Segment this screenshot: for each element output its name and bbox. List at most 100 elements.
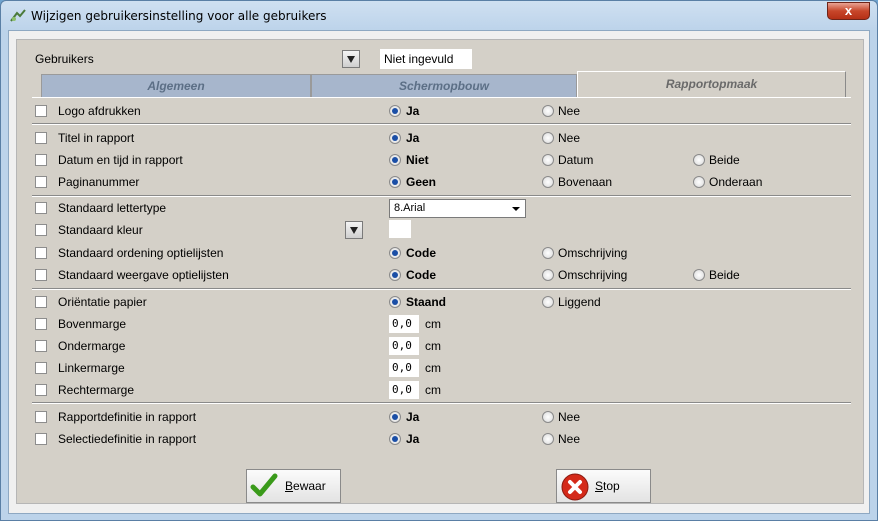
weergave-beide-label: Beide xyxy=(709,268,740,282)
divider xyxy=(32,123,851,125)
weergave-label: Standaard weergave optielijsten xyxy=(58,268,229,282)
datum-niet-label: Niet xyxy=(406,153,429,167)
stop-label: Stop xyxy=(595,479,620,493)
logo-checkbox[interactable] xyxy=(35,105,47,117)
selectiedef-nee-radio[interactable] xyxy=(542,433,554,445)
logo-ja-label: Ja xyxy=(406,104,420,118)
ordening-label: Standaard ordening optielijsten xyxy=(58,246,224,260)
ordening-code-label: Code xyxy=(406,246,436,260)
ordening-checkbox[interactable] xyxy=(35,247,47,259)
rechtermarge-input[interactable]: 0,0 xyxy=(389,381,419,399)
weergave-omschrijving-radio[interactable] xyxy=(542,269,554,281)
linkermarge-input[interactable]: 0,0 xyxy=(389,359,419,377)
bovenmarge-row: Bovenmarge 0,0 cm xyxy=(32,314,851,334)
divider xyxy=(32,195,851,197)
pagina-bovenaan-label: Bovenaan xyxy=(558,175,613,189)
logo-ja-radio[interactable] xyxy=(389,105,401,117)
selectiedef-row: Selectiedefinitie in rapport Ja Nee xyxy=(32,429,851,449)
weergave-checkbox[interactable] xyxy=(35,269,47,281)
pagina-onderaan-radio[interactable] xyxy=(693,176,705,188)
datum-niet-radio[interactable] xyxy=(389,154,401,166)
title-bar[interactable]: Wijzigen gebruikersinstelling voor alle … xyxy=(1,1,877,31)
divider xyxy=(32,402,851,404)
titel-nee-label: Nee xyxy=(558,131,581,145)
settings-frame: Gebruikers Niet ingevuld Algemeen Scherm… xyxy=(16,39,864,504)
pagina-geen-label: Geen xyxy=(406,175,437,189)
titel-nee-radio[interactable] xyxy=(542,132,554,144)
datum-datum-label: Datum xyxy=(558,153,594,167)
stop-icon xyxy=(561,473,589,504)
kleur-label: Standaard kleur xyxy=(58,223,143,237)
rapportdef-ja-radio[interactable] xyxy=(389,411,401,423)
rechtermarge-checkbox[interactable] xyxy=(35,384,47,396)
ondermarge-row: Ondermarge 0,0 cm xyxy=(32,336,851,356)
rapportdef-nee-radio[interactable] xyxy=(542,411,554,423)
kleur-checkbox[interactable] xyxy=(35,224,47,236)
users-dropdown-button[interactable] xyxy=(342,50,360,68)
rapportdef-label: Rapportdefinitie in rapport xyxy=(58,410,197,424)
weergave-omschrijving-label: Omschrijving xyxy=(558,268,628,282)
weergave-code-radio[interactable] xyxy=(389,269,401,281)
rapportdef-row: Rapportdefinitie in rapport Ja Nee xyxy=(32,407,851,427)
close-button[interactable]: x xyxy=(827,2,870,20)
bovenmarge-checkbox[interactable] xyxy=(35,318,47,330)
pagina-row: Paginanummer Geen Bovenaan Onderaan xyxy=(32,172,851,192)
kleur-row: Standaard kleur xyxy=(32,220,851,240)
font-select[interactable]: 8.Arial xyxy=(389,199,526,218)
datum-row: Datum en tijd in rapport Niet Datum Beid… xyxy=(32,150,851,170)
ondermarge-input[interactable]: 0,0 xyxy=(389,337,419,355)
lettertype-checkbox[interactable] xyxy=(35,202,47,214)
selectiedef-ja-label: Ja xyxy=(406,432,420,446)
orientatie-row: Oriëntatie papier Staand Liggend xyxy=(32,292,851,312)
ondermarge-label: Ondermarge xyxy=(58,339,126,353)
bovenmarge-input[interactable]: 0,0 xyxy=(389,315,419,333)
weergave-row: Standaard weergave optielijsten Code Oms… xyxy=(32,265,851,285)
logo-label: Logo afdrukken xyxy=(58,104,141,118)
datum-checkbox[interactable] xyxy=(35,154,47,166)
divider xyxy=(32,288,851,290)
weergave-code-label: Code xyxy=(406,268,436,282)
selectiedef-ja-radio[interactable] xyxy=(389,433,401,445)
orientatie-staand-radio[interactable] xyxy=(389,296,401,308)
orientatie-checkbox[interactable] xyxy=(35,296,47,308)
datum-datum-radio[interactable] xyxy=(542,154,554,166)
window-title: Wijzigen gebruikersinstelling voor alle … xyxy=(31,9,327,23)
color-dropdown-button[interactable] xyxy=(345,221,363,239)
logo-nee-radio[interactable] xyxy=(542,105,554,117)
selectiedef-label: Selectiedefinitie in rapport xyxy=(58,432,197,446)
tab-algemeen[interactable]: Algemeen xyxy=(41,74,311,97)
titel-ja-label: Ja xyxy=(406,131,420,145)
datum-beide-radio[interactable] xyxy=(693,154,705,166)
orientatie-staand-label: Staand xyxy=(406,295,447,309)
weergave-beide-radio[interactable] xyxy=(693,269,705,281)
datum-beide-label: Beide xyxy=(709,153,740,167)
selectiedef-checkbox[interactable] xyxy=(35,433,47,445)
stop-button[interactable]: Stop xyxy=(556,469,651,503)
linkermarge-row: Linkermarge 0,0 cm xyxy=(32,358,851,378)
orientatie-liggend-radio[interactable] xyxy=(542,296,554,308)
lettertype-row: Standaard lettertype 8.Arial xyxy=(32,198,851,218)
ordening-code-radio[interactable] xyxy=(389,247,401,259)
ondermarge-unit: cm xyxy=(425,339,441,353)
titel-label: Titel in rapport xyxy=(58,131,135,145)
orientatie-label: Oriëntatie papier xyxy=(58,295,147,309)
pagina-checkbox[interactable] xyxy=(35,176,47,188)
titel-ja-radio[interactable] xyxy=(389,132,401,144)
color-swatch[interactable] xyxy=(389,220,411,238)
linkermarge-checkbox[interactable] xyxy=(35,362,47,374)
titel-checkbox[interactable] xyxy=(35,132,47,144)
save-button[interactable]: Bewaar xyxy=(246,469,341,503)
users-label: Gebruikers xyxy=(35,52,94,66)
titel-row: Titel in rapport Ja Nee xyxy=(32,128,851,148)
lettertype-label: Standaard lettertype xyxy=(58,201,167,215)
logo-row: Logo afdrukken Ja Nee xyxy=(32,101,851,121)
ondermarge-checkbox[interactable] xyxy=(35,340,47,352)
ordening-omschrijving-label: Omschrijving xyxy=(558,246,628,260)
pagina-geen-radio[interactable] xyxy=(389,176,401,188)
tab-schermopbouw[interactable]: Schermopbouw xyxy=(311,74,577,97)
tab-rapportopmaak[interactable]: Rapportopmaak xyxy=(577,71,846,98)
rapportdef-checkbox[interactable] xyxy=(35,411,47,423)
ordening-omschrijving-radio[interactable] xyxy=(542,247,554,259)
orientatie-liggend-label: Liggend xyxy=(558,295,601,309)
pagina-bovenaan-radio[interactable] xyxy=(542,176,554,188)
